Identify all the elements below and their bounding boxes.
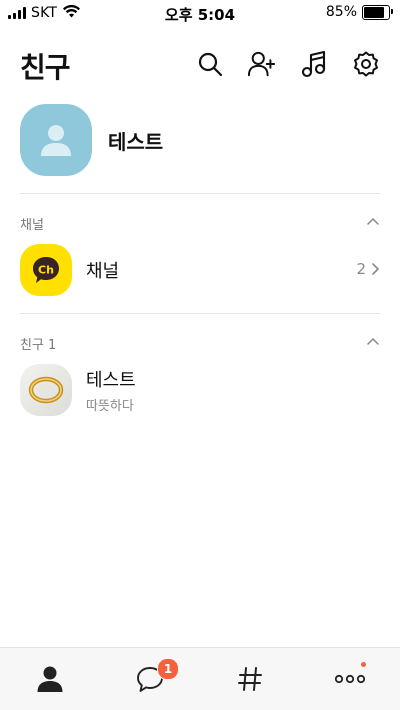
channel-avatar: Ch bbox=[20, 244, 72, 296]
channel-text: 채널 bbox=[86, 257, 119, 283]
notification-dot bbox=[361, 662, 366, 667]
chevron-up-icon[interactable] bbox=[366, 214, 380, 232]
page-title: 친구 bbox=[20, 51, 71, 84]
settings-icon[interactable] bbox=[352, 50, 380, 78]
profile-name: 테스트 bbox=[108, 129, 164, 154]
add-friend-icon[interactable] bbox=[248, 50, 276, 78]
friend-text: 테스트 따뜻하다 bbox=[86, 366, 136, 414]
chats-tab[interactable]: 1 bbox=[100, 648, 200, 710]
my-profile[interactable]: 테스트 bbox=[20, 103, 380, 177]
friend-row[interactable]: 테스트 따뜻하다 bbox=[20, 364, 380, 416]
channel-title: 채널 bbox=[86, 261, 120, 282]
openchat-tab[interactable] bbox=[200, 648, 300, 710]
music-icon[interactable] bbox=[300, 50, 328, 78]
channel-row[interactable]: Ch 채널 2 bbox=[20, 244, 380, 296]
friend-avatar bbox=[20, 364, 72, 416]
profile-avatar[interactable] bbox=[20, 104, 92, 176]
battery-level bbox=[364, 6, 385, 18]
chevron-right-icon bbox=[372, 263, 380, 275]
more-tab[interactable] bbox=[300, 648, 400, 710]
default-person-icon bbox=[41, 125, 71, 156]
section-label: 친구 1 bbox=[20, 338, 57, 353]
unread-badge: 1 bbox=[157, 658, 179, 680]
search-icon[interactable] bbox=[196, 50, 224, 78]
channel-section-header[interactable]: 채널 bbox=[20, 214, 380, 234]
channel-count-value: 2 bbox=[356, 260, 366, 278]
friends-tab[interactable] bbox=[0, 648, 100, 710]
section-label: 채널 bbox=[20, 218, 44, 233]
friends-section-header[interactable]: 친구 1 bbox=[20, 334, 380, 354]
chevron-up-icon[interactable] bbox=[366, 334, 380, 352]
channel-logo-text: Ch bbox=[38, 264, 54, 277]
battery-percent: 85% bbox=[325, 4, 357, 20]
channel-count: 2 bbox=[356, 260, 380, 278]
status-right: 85% bbox=[325, 4, 393, 20]
divider bbox=[20, 313, 380, 314]
hashtag-icon bbox=[238, 667, 262, 691]
bottom-tab-bar: 1 bbox=[0, 647, 400, 710]
person-icon bbox=[37, 666, 63, 692]
more-dots-icon bbox=[334, 674, 366, 684]
divider bbox=[20, 193, 380, 194]
header: 친구 bbox=[20, 40, 380, 90]
friend-name: 테스트 bbox=[86, 370, 136, 391]
status-bar: SKT 오후 5:04 85% bbox=[0, 0, 400, 26]
header-actions bbox=[196, 50, 380, 78]
friend-status-message: 따뜻하다 bbox=[86, 399, 134, 414]
ring-photo-icon bbox=[28, 376, 64, 404]
battery-icon bbox=[362, 4, 393, 20]
channel-logo-icon: Ch bbox=[33, 257, 59, 283]
